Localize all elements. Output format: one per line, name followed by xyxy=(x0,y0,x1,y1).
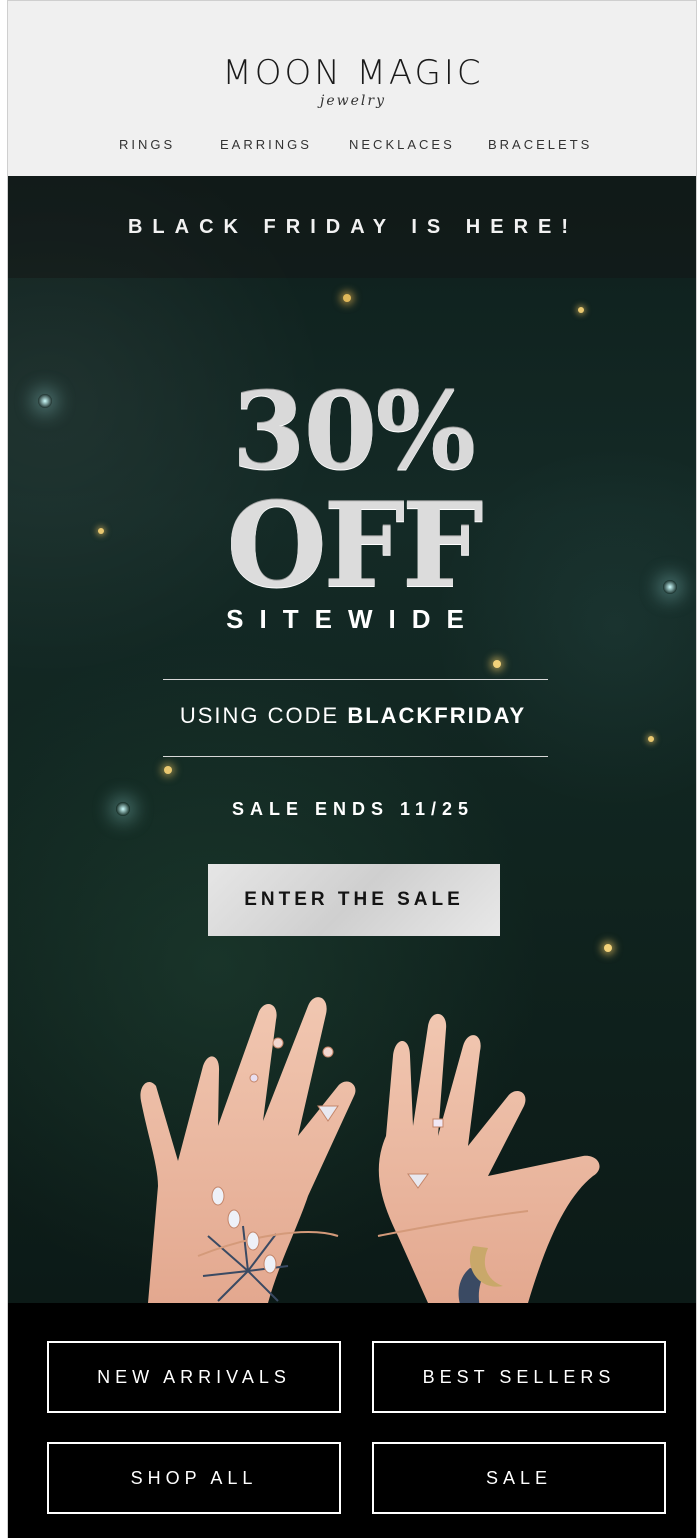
brand-tagline: jewelry xyxy=(320,93,386,109)
best-sellers-button[interactable]: BEST SELLERS xyxy=(372,1341,666,1413)
nav-earrings[interactable]: EARRINGS xyxy=(220,137,312,152)
bokeh-light xyxy=(648,736,654,742)
hero-banner[interactable]: BLACK FRIDAY IS HERE! 30% OFF SITEWIDE U… xyxy=(8,176,696,1303)
nav-rings[interactable]: RINGS xyxy=(119,137,175,152)
promo-code-prefix: USING CODE xyxy=(179,703,340,728)
email-canvas: MOON MAGIC jewelry RINGS EARRINGS NECKLA… xyxy=(7,0,697,1538)
promo-code: BLACKFRIDAY xyxy=(347,703,527,728)
bokeh-light xyxy=(578,307,584,313)
discount-off: OFF xyxy=(226,478,484,614)
footer-links: NEW ARRIVALS BEST SELLERS SHOP ALL SALE xyxy=(8,1303,696,1538)
divider-bottom xyxy=(163,756,548,757)
header: MOON MAGIC jewelry RINGS EARRINGS NECKLA… xyxy=(8,1,696,176)
hands-jewelry-image xyxy=(140,997,600,1303)
bokeh-light xyxy=(164,766,172,774)
bokeh-light xyxy=(493,660,501,668)
shop-all-button[interactable]: SHOP ALL xyxy=(47,1442,341,1514)
brand-logo[interactable]: MOON MAGIC xyxy=(8,53,696,93)
discount-percent: 30% xyxy=(231,368,476,493)
nav-bracelets[interactable]: BRACELETS xyxy=(488,137,592,152)
sale-end-date: SALE ENDS 11/25 xyxy=(231,799,475,819)
nav-necklaces[interactable]: NECKLACES xyxy=(349,137,455,152)
sale-button[interactable]: SALE xyxy=(372,1442,666,1514)
enter-sale-button[interactable]: ENTER THE SALE xyxy=(208,864,500,936)
divider-top xyxy=(163,679,548,680)
bokeh-light xyxy=(343,294,351,302)
black-friday-headline: BLACK FRIDAY IS HERE! xyxy=(127,216,579,238)
sitewide-label: SITEWIDE xyxy=(226,604,480,634)
category-nav: RINGS EARRINGS NECKLACES BRACELETS xyxy=(8,137,696,157)
promo-code-line: USING CODE BLACKFRIDAY xyxy=(8,703,696,729)
new-arrivals-button[interactable]: NEW ARRIVALS xyxy=(47,1341,341,1413)
